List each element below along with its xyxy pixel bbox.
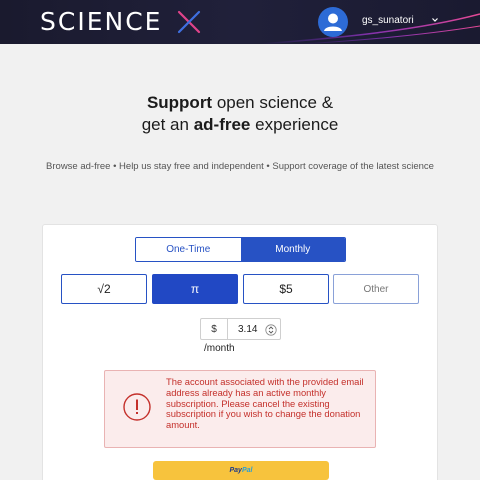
alert-circle-icon [123,393,151,421]
custom-amount-field: $ 3.14 [200,318,281,340]
alert-message: The account associated with the provided… [166,376,364,431]
amount-option-sqrt2[interactable]: √2 [61,274,147,304]
title-text-1: open science & [212,93,334,112]
site-logo-text[interactable]: SCIENCE [40,8,162,36]
chevron-down-icon[interactable] [430,16,440,24]
logo-x-icon [177,10,201,34]
one-time-tab[interactable]: One-Time [136,238,241,261]
currency-label: $ [201,319,228,339]
amount-option-pi[interactable]: π [152,274,238,304]
error-alert: The account associated with the provided… [104,370,376,448]
amount-value[interactable]: 3.14 [238,324,257,335]
stepper-icon[interactable] [265,324,277,336]
username-label[interactable]: gs_sunatori [362,15,414,26]
frequency-toggle: One-Time Monthly [135,237,346,262]
amount-input[interactable]: 3.14 [228,319,265,339]
top-navbar: SCIENCE gs_sunatori [0,0,480,44]
page-title: Support open science & get an ad-free ex… [0,92,480,136]
period-label: /month [204,343,235,354]
paypal-text-pay: Pay [229,467,242,474]
page-subtitle: Browse ad-free • Help us stay free and i… [46,161,434,172]
user-avatar-icon[interactable] [318,7,348,37]
monthly-tab[interactable]: Monthly [240,238,345,261]
paypal-button[interactable]: Pay Pal [153,461,329,480]
title-bold-ad-free: ad-free [193,115,251,134]
amount-option-5[interactable]: $5 [243,274,329,304]
paypal-text-pal: Pal [241,467,253,474]
title-text-2b: experience [250,115,339,134]
amount-option-other[interactable]: Other [333,274,419,304]
title-text-2a: get an [141,115,194,134]
title-bold-support: Support [146,93,213,112]
